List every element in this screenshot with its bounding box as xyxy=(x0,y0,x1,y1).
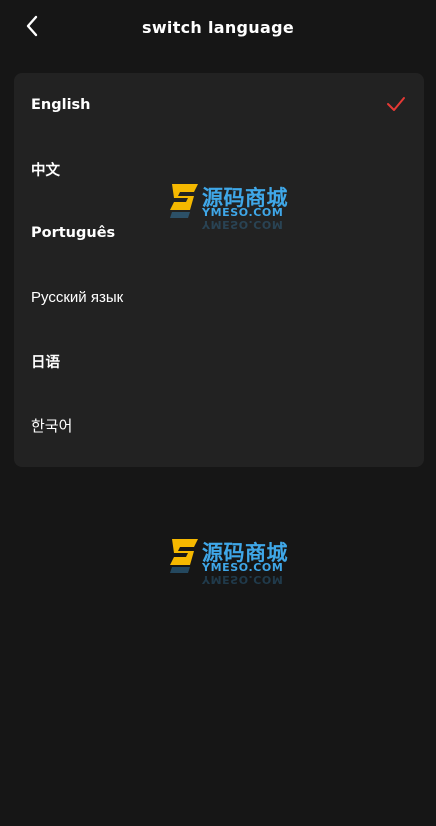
language-item-english[interactable]: English xyxy=(14,73,424,137)
language-label: Português xyxy=(31,225,116,241)
checkmark-icon xyxy=(387,97,405,111)
watermark-logo-icon xyxy=(170,184,198,218)
language-item-russian[interactable]: Русский язык xyxy=(14,265,424,329)
language-label: 中文 xyxy=(31,162,60,179)
watermark-reflection: YMESO.COM xyxy=(202,573,284,586)
language-label: 日语 xyxy=(31,354,60,371)
language-switch-page: switch language English 中文 Português Рус… xyxy=(0,0,436,826)
language-label: 한국어 xyxy=(31,417,73,435)
language-list: English 中文 Português Русский язык 日语 한국어 xyxy=(14,73,424,467)
language-label: Русский язык xyxy=(31,288,124,306)
watermark: 源码商城 YMESO.COM YMESO.COM xyxy=(168,180,288,231)
watermark: 源码商城 YMESO.COM YMESO.COM xyxy=(168,535,288,586)
header: switch language xyxy=(0,0,436,58)
language-label: English xyxy=(31,97,91,113)
page-title: switch language xyxy=(142,18,294,37)
watermark-logo-icon xyxy=(170,539,198,573)
language-item-japanese[interactable]: 日语 xyxy=(14,329,424,393)
language-item-korean[interactable]: 한국어 xyxy=(14,393,424,457)
watermark-reflection: YMESO.COM xyxy=(202,218,284,231)
